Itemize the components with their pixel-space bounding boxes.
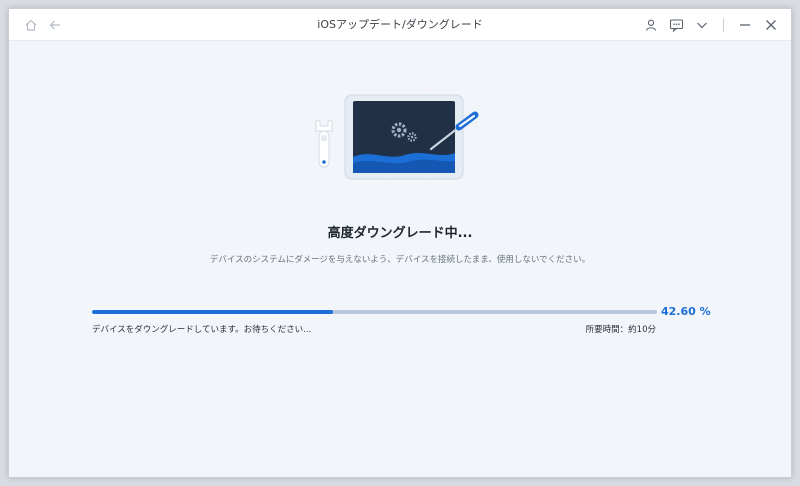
page-heading: 高度ダウングレード中... [327,226,473,241]
user-icon[interactable] [641,15,661,35]
chat-icon[interactable] [666,15,686,35]
chevron-down-icon[interactable] [692,15,712,35]
titlebar-separator [723,18,724,32]
progress-percent: 42.60 % [661,305,711,318]
progress-fill [92,310,333,314]
progress-status: デバイスをダウングレードしています。お待ちください... [92,325,312,335]
device-repair-illustration [299,49,519,201]
progress-bar [92,310,657,314]
close-icon[interactable] [761,15,781,35]
title-bar: iOSアップデート/ダウングレード [9,9,791,41]
warning-subtext: デバイスのシステムにダメージを与えないよう、デバイスを接続したまま、使用しないで… [209,255,591,265]
estimated-time: 所要時間：約10分 [585,325,656,335]
minimize-icon[interactable] [735,15,755,35]
app-window: iOSアップデート/ダウングレード 高度ダウングレード中... デバイスのシステ… [8,8,792,478]
